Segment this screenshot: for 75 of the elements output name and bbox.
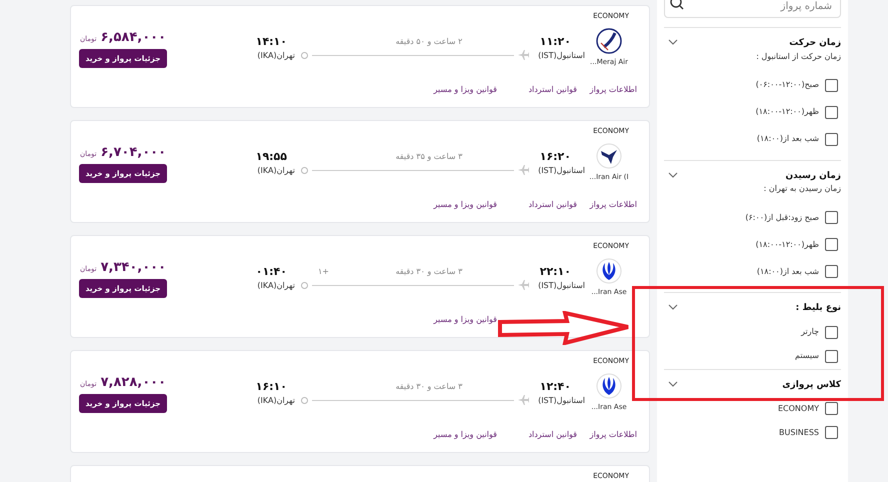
filter-option-label: صبح(۱۲:۰۰-۰۶:۰۰) xyxy=(756,79,819,91)
filter-option-label: سیستم xyxy=(795,350,819,362)
filter-option-label: ECONOMY xyxy=(778,402,819,414)
plane-icon xyxy=(518,165,529,175)
flight-link[interactable]: اطلاعات پرواز xyxy=(590,429,637,441)
filter-checkbox[interactable] xyxy=(825,78,838,92)
flight-link[interactable]: اطلاعات پرواز xyxy=(590,84,637,96)
flight-link[interactable]: قوانین ویزا و مسیر xyxy=(434,429,497,441)
departure-time: ۲۲:۱۰ xyxy=(540,264,572,280)
flight-link[interactable]: قوانین استرداد xyxy=(528,84,577,96)
filter-option-label: ظهر(۱۲:۰۰-۱۸:۰۰) xyxy=(756,238,819,250)
departure-time: ۱۲:۴۰ xyxy=(540,378,572,395)
filter-option-label: BUSINESS xyxy=(779,426,819,438)
arrival-airport: تهران(IKA) xyxy=(257,280,295,292)
arrival-airport: تهران(IKA) xyxy=(257,165,295,178)
departure-airport: استانبول(IST) xyxy=(538,280,585,292)
filter-checkbox[interactable] xyxy=(825,326,838,338)
filter-option-label: شب بعد از(۱۸:۰۰) xyxy=(756,133,819,145)
departure-airport: استانبول(IST) xyxy=(538,395,585,408)
airline-logo xyxy=(596,28,622,54)
flight-link[interactable]: اطلاعات پرواز xyxy=(590,199,637,211)
airline-logo xyxy=(596,143,622,170)
search-field[interactable]: شماره پرواز xyxy=(664,0,841,18)
arrival-time: ۱۹:۵۵ xyxy=(256,148,288,165)
flight-duration: ۳ ساعت و ۳۵ دقیقه xyxy=(394,151,464,163)
price: ۶,۵۸۴,۰۰۰ xyxy=(100,29,166,48)
flight-link[interactable]: قوانین استرداد xyxy=(528,199,577,211)
chevron-down-icon[interactable] xyxy=(668,39,678,45)
plane-icon xyxy=(518,50,529,60)
filter-option-label: شب بعد از(۱۸:۰۰) xyxy=(756,266,819,278)
filter-option-label: صبح زود:قبل از(۶:۰۰) xyxy=(745,212,819,224)
flight-link[interactable]: قوانین ویزا و مسیر xyxy=(434,314,497,326)
filter-heading: نوع بلیط : xyxy=(796,302,841,315)
arrival-time: ۱۶:۱۰ xyxy=(256,378,288,395)
arrival-time: ۱۴:۱۰ xyxy=(256,34,288,50)
filter-heading: زمان حرکت xyxy=(788,37,841,50)
airline-logo xyxy=(596,258,622,284)
flight-link[interactable]: قوانین استرداد xyxy=(528,429,577,441)
flight-duration: ۳ ساعت و ۳۰ دقیقه xyxy=(394,381,464,393)
price: ۷,۳۴۰,۰۰۰ xyxy=(100,259,166,278)
price: ۶,۷۰۴,۰۰۰ xyxy=(100,144,166,162)
chevron-down-icon[interactable] xyxy=(668,304,678,310)
filter-checkbox[interactable] xyxy=(825,265,838,278)
filter-heading: کلاس پروازی xyxy=(782,378,841,392)
plane-icon xyxy=(518,280,529,290)
flight-link[interactable]: قوانین ویزا و مسیر xyxy=(434,84,497,96)
arrival-airport: تهران(IKA) xyxy=(257,50,295,62)
filter-checkbox[interactable] xyxy=(825,350,838,362)
filter-subtitle: زمان حرکت از استانبول : xyxy=(756,50,841,62)
filter-checkbox[interactable] xyxy=(825,426,838,439)
filter-heading: زمان رسیدن xyxy=(784,170,841,182)
chevron-down-icon[interactable] xyxy=(668,172,678,178)
flight-duration: ۲ ساعت و ۵۰ دقیقه xyxy=(394,36,464,48)
filter-option-label: ظهر(۱۲:۰۰-۱۸:۰۰) xyxy=(756,106,819,118)
filter-checkbox[interactable] xyxy=(825,238,838,251)
flight-duration: ۳ ساعت و ۳۰ دقیقه xyxy=(394,266,464,278)
arrival-time: ۰۱:۴۰ xyxy=(256,264,288,280)
airline-logo xyxy=(596,373,622,400)
departure-time: ۱۶:۲۰ xyxy=(540,148,572,165)
departure-airport: استانبول(IST) xyxy=(538,50,585,62)
filter-subtitle: زمان رسیدن به تهران : xyxy=(764,183,841,195)
price: ۷,۸۲۸,۰۰۰ xyxy=(100,374,166,392)
plane-icon xyxy=(518,395,529,405)
chevron-down-icon[interactable] xyxy=(668,380,678,386)
departure-time: ۱۱:۲۰ xyxy=(540,34,572,50)
filter-checkbox[interactable] xyxy=(825,106,838,118)
next-day-label: +۱ xyxy=(318,266,329,278)
filter-option-label: چارتر xyxy=(801,326,819,338)
search-icon xyxy=(670,0,684,10)
flight-link[interactable]: قوانین ویزا و مسیر xyxy=(434,199,497,211)
filter-checkbox[interactable] xyxy=(825,211,838,224)
filter-checkbox[interactable] xyxy=(825,132,838,146)
departure-airport: استانبول(IST) xyxy=(538,165,585,178)
arrival-airport: تهران(IKA) xyxy=(257,395,295,408)
filter-checkbox[interactable] xyxy=(825,402,838,415)
